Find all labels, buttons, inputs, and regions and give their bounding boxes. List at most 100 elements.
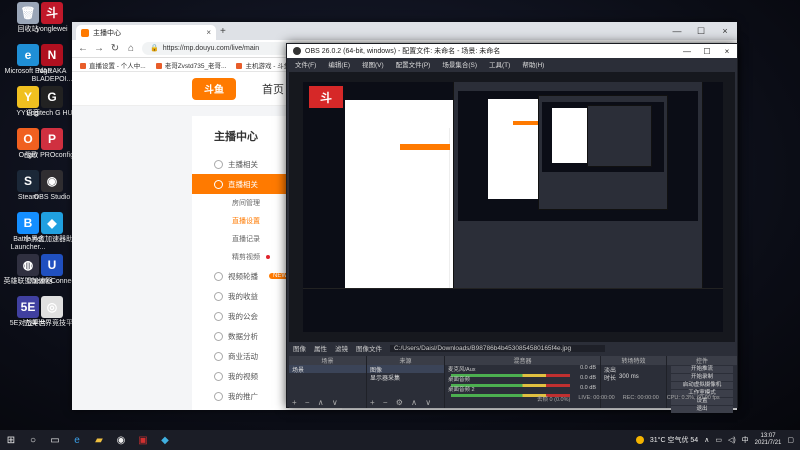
mixer-channel-label: 桌面音频: [448, 377, 471, 383]
captured-obs: [453, 82, 703, 295]
menu-item-icon: [214, 159, 223, 169]
desktop: 🗑 回收站斗 yonglewei e Microsoft Edge N NARAKA BLA…: [0, 0, 800, 430]
forward-icon[interactable]: →: [94, 43, 104, 54]
browser-tab-title: 主播中心: [93, 29, 121, 37]
sidebar-item-label: 精剪视频: [232, 254, 260, 261]
lock-icon: 🔒: [150, 45, 159, 52]
preview-canvas: 斗: [303, 82, 723, 332]
browser-tab[interactable]: 主播中心 ×: [76, 25, 216, 40]
obs-control-button[interactable]: 开始推流: [671, 366, 733, 373]
sidebar-item-label: 主播相关: [228, 159, 258, 169]
captured-douyu-logo: 斗: [309, 86, 343, 108]
obs-maximize-button[interactable]: ☐: [697, 47, 717, 56]
obs-menu-item[interactable]: 工具(T): [489, 59, 510, 69]
naraka-taskbar-icon[interactable]: ▣: [132, 430, 154, 450]
menu-item-icon: [214, 311, 223, 321]
obs-titlebar: OBS 26.0.2 (64-bit, windows) - 配置文件: 未命名…: [287, 44, 737, 58]
obs-close-button[interactable]: ×: [717, 47, 737, 56]
filters-button[interactable]: 滤镜: [335, 343, 348, 353]
edge-taskbar-icon[interactable]: e: [66, 430, 88, 450]
home-icon[interactable]: ⌂: [126, 43, 136, 54]
menu-item-icon: [214, 331, 223, 341]
sidebar-item-label: 商业活动: [228, 351, 258, 361]
sidebar-item-label: 我的公会: [228, 311, 258, 321]
back-icon[interactable]: ←: [78, 43, 88, 54]
mixer-channel-label: 桌面音频 2: [448, 387, 475, 393]
bookmark-item[interactable]: 主机游戏 - 斗鱼: [236, 60, 290, 70]
notification-icon[interactable]: ▢: [787, 436, 794, 444]
address-bar-url: https://mp.douyu.com/live/main: [162, 45, 260, 52]
network-icon[interactable]: ▭: [715, 436, 722, 444]
sidebar-item-label: 视频轮播: [228, 271, 258, 281]
sidebar-item-label: 我的视频: [228, 371, 258, 381]
obs-app-icon: [293, 47, 301, 55]
obs-control-button[interactable]: 启动虚拟摄像机: [671, 382, 733, 389]
transition-duration[interactable]: 时长 300 ms: [601, 373, 666, 382]
obs-menu-item[interactable]: 文件(F): [295, 59, 316, 69]
obs-menu-item[interactable]: 视图(V): [362, 59, 384, 69]
desktop-app-icon: G: [41, 86, 63, 108]
maximize-button[interactable]: ☐: [689, 22, 713, 40]
mixer-channel-db: 0.0 dB: [580, 375, 596, 381]
mixer-channel-label: 麦克风/Aux: [448, 367, 476, 373]
sidebar-item-label: 直播相关: [228, 179, 258, 189]
clock[interactable]: 13:07 2021/7/21: [755, 433, 782, 447]
status-live: LIVE: 00:00:00: [578, 395, 615, 401]
minimize-button[interactable]: —: [665, 22, 689, 40]
mixer-channel-db: 0.0 dB: [580, 365, 596, 371]
controls-title: 控件: [667, 356, 737, 365]
sources-toolbar[interactable]: + − ⚙ ∧ ∨: [370, 398, 434, 407]
obs-preview[interactable]: 斗: [289, 72, 735, 342]
obs-menu-item[interactable]: 场景集合(S): [442, 59, 477, 69]
obs-minimize-button[interactable]: —: [677, 47, 697, 56]
mixer-title: 混音器: [445, 356, 600, 365]
tray-chevron-icon[interactable]: ∧: [704, 436, 709, 444]
start-button[interactable]: ⊞: [0, 430, 22, 450]
bookmark-item[interactable]: 老哥Zvstd735_老哥...: [156, 60, 227, 70]
scenes-toolbar[interactable]: + − ∧ ∨: [292, 398, 341, 407]
close-tab-icon[interactable]: ×: [206, 28, 211, 37]
desktop-app-icon: U: [41, 254, 63, 276]
obs-taskbar-icon[interactable]: ◉: [110, 430, 132, 450]
obs-menu-item[interactable]: 编辑(E): [328, 59, 350, 69]
volume-icon[interactable]: ◁): [728, 436, 736, 444]
obs-menu-item[interactable]: 配置文件(P): [396, 59, 431, 69]
booster-taskbar-icon[interactable]: ◆: [154, 430, 176, 450]
weather-text[interactable]: 31°C 空气优 54: [650, 435, 698, 445]
obs-control-button[interactable]: 开始录制: [671, 374, 733, 381]
sources-list: 图像 显示器采集: [367, 365, 444, 382]
desktop-app-icon: ◉: [41, 170, 63, 192]
source-item[interactable]: 显示器采集: [367, 373, 444, 382]
menu-item-icon: [214, 179, 223, 189]
bookmark-item[interactable]: 直播设置 - 个人中...: [80, 60, 146, 70]
scene-item[interactable]: 场景: [289, 365, 366, 374]
reload-icon[interactable]: ↻: [110, 43, 120, 54]
mixer-channel: 桌面音频 0.0 dB: [445, 375, 600, 387]
obs-menu-item[interactable]: 帮助(H): [522, 59, 544, 69]
douyu-favicon-icon: [81, 28, 89, 37]
explorer-taskbar-icon[interactable]: ▰: [88, 430, 110, 450]
obs-control-button[interactable]: 退出: [671, 406, 733, 413]
close-window-button[interactable]: ×: [713, 22, 737, 40]
obs-window-controls: — ☐ ×: [677, 47, 737, 56]
mixer-channel: 麦克风/Aux 0.0 dB: [445, 365, 600, 377]
sidebar-item-label: 房间管理: [232, 200, 260, 207]
task-view-icon[interactable]: ▭: [44, 430, 66, 450]
search-icon[interactable]: ○: [22, 430, 44, 450]
status-cpu: CPU: 0.3%, 60.00 fps: [666, 395, 720, 401]
ime-icon[interactable]: 中: [742, 435, 749, 445]
new-tab-button[interactable]: +: [220, 26, 226, 37]
image-file-path[interactable]: C:/Users/Daisl/Downloads/B98786b4b453085…: [390, 344, 605, 352]
obs-source-toolbar: 图像 属性 滤镜 图像文件 C:/Users/Daisl/Downloads/B…: [289, 342, 735, 354]
browser-tab-strip: 主播中心 × + — ☐ ×: [72, 22, 737, 40]
sources-dock: 来源 图像 显示器采集 + − ⚙ ∧ ∨: [367, 356, 445, 408]
properties-button[interactable]: 属性: [314, 343, 327, 353]
desktop-app-icon: ◆: [41, 212, 63, 234]
scenes-list: 场景: [289, 365, 366, 374]
status-rec: REC: 00:00:00: [622, 395, 659, 401]
douyu-logo[interactable]: 斗鱼: [192, 77, 236, 100]
obs-title-text: OBS 26.0.2 (64-bit, windows) - 配置文件: 未命名…: [305, 48, 501, 55]
mixer-channel: 桌面音频 2 0.0 dB: [445, 385, 600, 397]
nav-home-link[interactable]: 首页: [262, 81, 284, 97]
captured-taskbar: [303, 288, 723, 332]
